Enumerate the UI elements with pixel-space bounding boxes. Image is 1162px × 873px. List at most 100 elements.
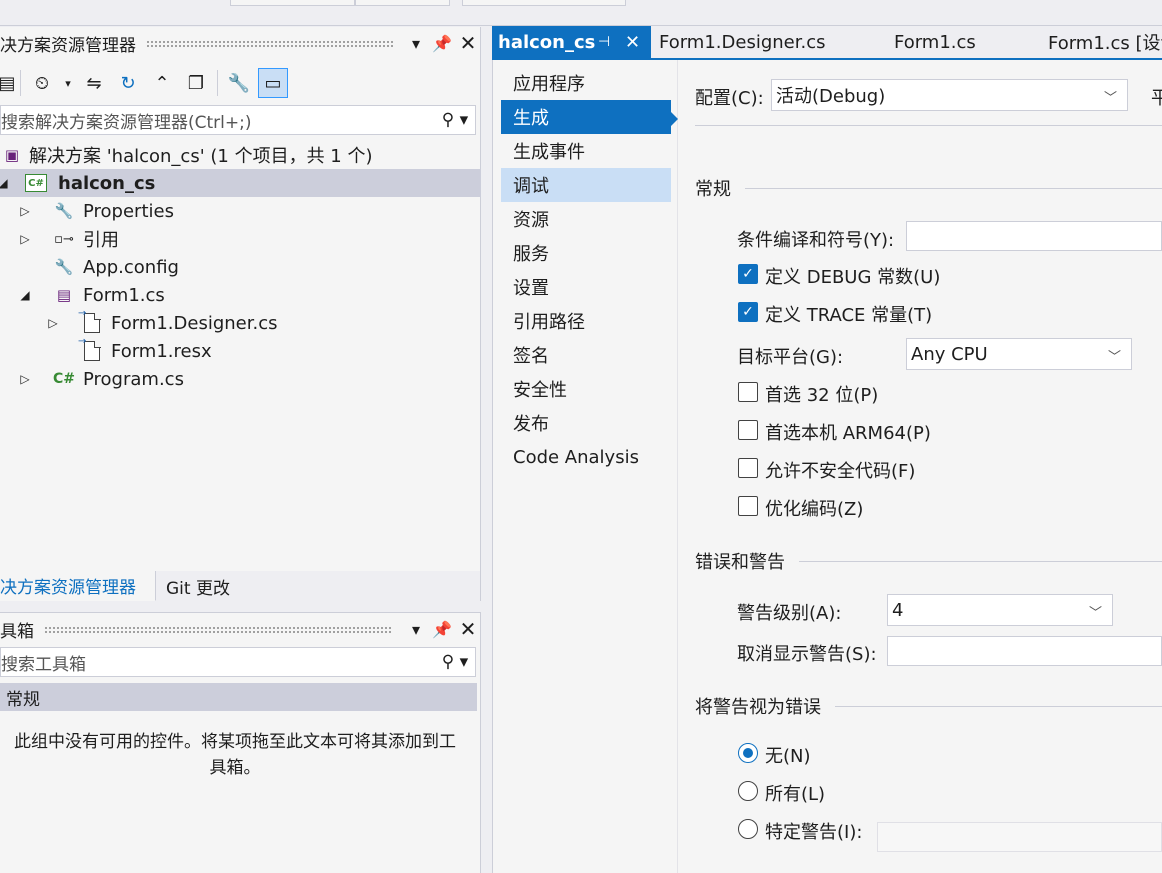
warning-level-dropdown[interactable]: 4 ﹀ — [887, 594, 1113, 626]
target-platform-dropdown[interactable]: Any CPU ﹀ — [906, 338, 1132, 370]
allow-unsafe-checkbox[interactable] — [738, 458, 758, 478]
close-icon[interactable]: ✕ — [625, 32, 640, 53]
section-title: 将警告视为错误 — [695, 697, 821, 718]
close-icon[interactable]: ✕ — [455, 616, 481, 642]
expand-icon[interactable]: ▷ — [18, 204, 32, 218]
target-platform-label: 目标平台(G): — [737, 347, 844, 368]
sync-with-document-icon[interactable]: ⇋ — [79, 68, 109, 98]
tab-git-changes[interactable]: Git 更改 — [156, 571, 240, 601]
tree-label: 引用 — [83, 230, 119, 251]
pin-icon[interactable]: 📌 — [429, 30, 455, 56]
pin-icon[interactable]: ⊣ — [598, 34, 610, 50]
conditional-symbols-input[interactable] — [906, 221, 1162, 251]
nav-security[interactable]: 安全性 — [501, 372, 671, 406]
nav-code-analysis[interactable]: Code Analysis — [501, 440, 671, 474]
tab-label: Form1.cs — [894, 31, 976, 53]
show-all-files-icon[interactable]: ❐ — [181, 68, 211, 98]
tree-item-form1[interactable]: ◢ ▤ Form1.cs — [0, 281, 481, 309]
section-rule — [799, 560, 1162, 562]
nav-services[interactable]: 服务 — [501, 236, 671, 270]
toolbox-title-bar: 具箱 ▾ 📌 ✕ — [0, 613, 481, 645]
tab-label: halcon_cs — [498, 31, 596, 53]
tab-form1-design[interactable]: Form1.cs [设计 — [1048, 26, 1162, 58]
prefer-32bit-checkbox[interactable] — [738, 382, 758, 402]
tree-label: Form1.resx — [111, 340, 212, 362]
suppress-warnings-input[interactable] — [887, 636, 1162, 666]
pin-icon[interactable]: 📌 — [429, 616, 455, 642]
csharp-project-icon: C# — [24, 172, 48, 194]
refresh-icon[interactable]: ↻ — [113, 68, 143, 98]
tree-item-properties[interactable]: ▷ 🔧 Properties — [0, 197, 481, 225]
document-tab-strip: halcon_cs ⊣ ✕ Form1.Designer.cs Form1.cs… — [492, 26, 1162, 58]
switch-views-icon[interactable]: ▤ — [0, 68, 16, 98]
solution-explorer-pane: 决方案资源管理器 ▾ 📌 ✕ ▤ ⏲ ▾ ⇋ ↻ ⌃ ❐ 🔧 ▭ 搜索解决方案资… — [0, 27, 481, 571]
define-debug-checkbox[interactable]: ✓ — [738, 264, 758, 284]
toolbox-group-header[interactable]: 常规 — [0, 683, 477, 711]
toolbox-empty-message: 此组中没有可用的控件。将某项拖至此文本可将其添加到工 具箱。 — [0, 729, 470, 781]
tree-item-program[interactable]: ▷ C# Program.cs — [0, 365, 481, 393]
tab-form1-cs[interactable]: Form1.cs — [894, 26, 976, 58]
nav-label: 生成 — [513, 108, 549, 129]
window-position-dropdown-icon[interactable]: ▾ — [403, 30, 429, 56]
close-icon[interactable]: ✕ — [455, 30, 481, 56]
search-icon[interactable]: ⚲ ▾ — [435, 110, 475, 130]
tree-solution-node[interactable]: ▣ 解决方案 'halcon_cs' (1 个项目，共 1 个) — [0, 141, 481, 169]
configuration-dropdown[interactable]: 活动(Debug) ﹀ — [771, 79, 1128, 111]
tab-label: Git 更改 — [166, 578, 230, 599]
treat-specific-radio[interactable] — [738, 819, 758, 839]
title-grip[interactable] — [44, 625, 393, 633]
toolbar-separator — [217, 70, 218, 96]
nav-settings[interactable]: 设置 — [501, 270, 671, 304]
tab-label: 决方案资源管理器 — [0, 578, 136, 598]
tree-item-references[interactable]: ▷ ▫⊸ 引用 — [0, 225, 481, 253]
collapse-icon[interactable]: ◢ — [0, 176, 10, 190]
treat-all-radio[interactable] — [738, 781, 758, 801]
property-page-nav: 应用程序 生成 生成事件 调试 资源 服务 设置 引用路径 签名 安全性 发布 … — [493, 60, 678, 873]
nav-application[interactable]: 应用程序 — [501, 66, 671, 100]
tab-solution-explorer[interactable]: 决方案资源管理器 — [0, 571, 156, 601]
expand-icon[interactable]: ▷ — [18, 372, 32, 386]
window-position-dropdown-icon[interactable]: ▾ — [403, 616, 429, 642]
preview-selected-items-icon[interactable]: ▭ — [258, 68, 288, 98]
chevron-down-icon[interactable]: ▾ — [61, 68, 75, 98]
tab-form1-designer[interactable]: Form1.Designer.cs — [659, 26, 825, 58]
section-rule — [835, 705, 1162, 707]
tree-project-node[interactable]: ◢ C# halcon_cs — [0, 169, 481, 197]
solution-explorer-search[interactable]: 搜索解决方案资源管理器(Ctrl+;) ⚲ ▾ — [0, 105, 476, 135]
specific-warnings-input[interactable] — [877, 822, 1162, 852]
nav-label: 调试 — [513, 176, 549, 197]
tree-item-app-config[interactable]: 🔧 App.config — [0, 253, 481, 281]
tree-item-form1-designer[interactable]: ▷ → Form1.Designer.cs — [0, 308, 481, 337]
prefer-arm64-checkbox[interactable] — [738, 420, 758, 440]
search-placeholder: 搜索解决方案资源管理器(Ctrl+;) — [1, 112, 252, 133]
search-icon[interactable]: ⚲ ▾ — [435, 652, 475, 672]
toolbox-search[interactable]: 搜索工具箱 ⚲ ▾ — [0, 647, 476, 677]
toolbar-segment — [462, 0, 626, 6]
expand-icon[interactable]: ▷ — [18, 232, 32, 246]
optimize-code-checkbox[interactable] — [738, 496, 758, 516]
nav-publish[interactable]: 发布 — [501, 406, 671, 440]
nav-label: 签名 — [513, 346, 549, 367]
tree-label: 解决方案 'halcon_cs' (1 个项目，共 1 个) — [29, 146, 373, 167]
nav-reference-paths[interactable]: 引用路径 — [501, 304, 671, 338]
nav-build[interactable]: 生成 — [501, 100, 671, 134]
nav-label: 引用路径 — [513, 312, 585, 333]
treat-none-radio[interactable] — [738, 743, 758, 763]
tree-item-form1-resx[interactable]: → Form1.resx — [0, 336, 481, 365]
define-trace-checkbox[interactable]: ✓ — [738, 302, 758, 322]
collapse-icon[interactable]: ◢ — [18, 288, 32, 302]
expand-icon[interactable]: ▷ — [46, 316, 60, 330]
collapse-all-icon[interactable]: ⌃ — [147, 68, 177, 98]
pending-changes-filter-icon[interactable]: ⏲ — [27, 68, 57, 98]
title-grip[interactable] — [146, 39, 393, 47]
tab-halcon-cs[interactable]: halcon_cs ⊣ ✕ — [492, 26, 651, 58]
properties-wrench-icon[interactable]: 🔧 — [224, 68, 254, 98]
tree-label: Program.cs — [83, 368, 184, 390]
nav-label: 设置 — [513, 278, 549, 299]
nav-debug[interactable]: 调试 — [501, 168, 671, 202]
nav-label: Code Analysis — [513, 446, 639, 468]
configuration-label: 配置(C): — [695, 88, 764, 109]
nav-resources[interactable]: 资源 — [501, 202, 671, 236]
nav-signing[interactable]: 签名 — [501, 338, 671, 372]
nav-build-events[interactable]: 生成事件 — [501, 134, 671, 168]
